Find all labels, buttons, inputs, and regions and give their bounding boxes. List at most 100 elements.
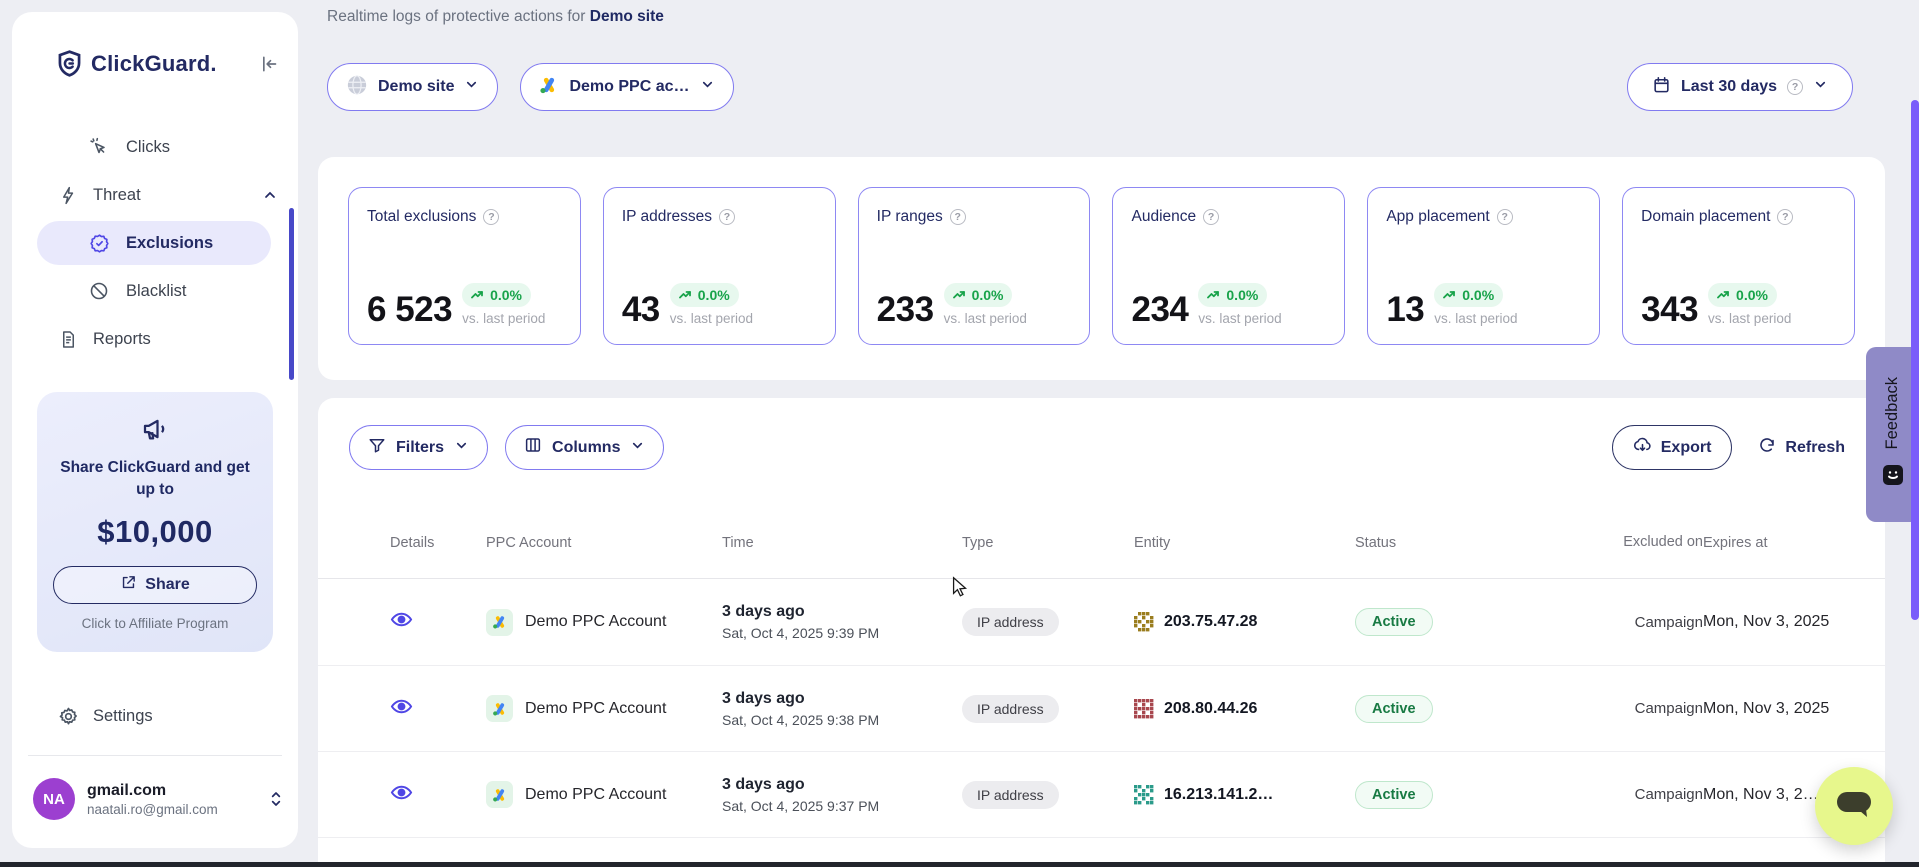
stat-card-4: App placement ? 13 0.0% vs. last period: [1367, 187, 1600, 345]
stat-title: IP addresses ?: [622, 208, 817, 226]
stat-change-badge: 0.0%: [944, 283, 1013, 307]
view-details-eye-icon[interactable]: [390, 781, 413, 804]
sidebar-item-clicks[interactable]: Clicks: [12, 125, 278, 169]
status-badge: Active: [1355, 781, 1433, 809]
avatar: NA: [33, 778, 75, 820]
chevron-up-icon[interactable]: [262, 187, 278, 203]
feedback-label: Feedback: [1883, 377, 1902, 449]
table-header-row: Details PPC Account Time Type Entity Sta…: [318, 508, 1885, 579]
sidebar: ClickGuard. Clicks Threat Exclusions: [12, 12, 298, 848]
sidebar-scrollbar-thumb[interactable]: [289, 208, 294, 380]
sidebar-item-settings[interactable]: Settings: [12, 694, 278, 738]
help-icon: ?: [1203, 209, 1219, 225]
promo-caption: Click to Affiliate Program: [51, 616, 259, 631]
chevron-down-icon: [630, 438, 645, 458]
trend-up-icon: [1207, 287, 1221, 303]
collapse-sidebar-icon[interactable]: [258, 54, 278, 74]
logo-text: ClickGuard.: [91, 51, 217, 77]
user-menu[interactable]: NA gmail.com naatali.ro@gmail.com: [33, 778, 284, 820]
feedback-smiley-icon: [1881, 463, 1905, 492]
stat-card-5: Domain placement ? 343 0.0% vs. last per…: [1622, 187, 1855, 345]
stats-panel: Total exclusions ? 6 523 0.0% vs. last p…: [318, 157, 1885, 380]
chevron-down-icon: [1813, 77, 1828, 97]
col-header-time: Time: [722, 535, 962, 551]
document-icon: [57, 330, 79, 349]
type-badge: IP address: [962, 695, 1059, 723]
refresh-icon: [1758, 436, 1776, 459]
columns-icon: [524, 436, 542, 459]
trend-up-icon: [953, 287, 967, 303]
megaphone-icon: [140, 431, 170, 448]
site-selector-value: Demo site: [378, 78, 454, 96]
stat-title: App placement ?: [1386, 208, 1581, 226]
help-icon: ?: [1497, 209, 1513, 225]
col-header-ppc-account: PPC Account: [486, 535, 722, 551]
columns-button[interactable]: Columns: [505, 425, 664, 470]
status-badge: Active: [1355, 608, 1433, 636]
sidebar-item-reports[interactable]: Reports: [12, 317, 278, 361]
stat-value: 13: [1386, 293, 1424, 326]
ppc-account-selector[interactable]: Demo PPC ac…: [520, 63, 733, 111]
table-row: Demo PPC Account 3 days ago Sat, Oct 4, …: [318, 751, 1885, 837]
excluded-on-cell: Campaign: [1576, 786, 1703, 803]
col-header-type: Type: [962, 535, 1134, 551]
chat-widget-button[interactable]: [1815, 767, 1893, 845]
trend-up-icon: [1717, 287, 1731, 303]
entity-identicon: [1134, 785, 1154, 805]
sidebar-nav: Clicks Threat Exclusions Blacklist: [12, 125, 298, 361]
stat-change-badge: 0.0%: [1708, 283, 1777, 307]
sidebar-divider: [28, 755, 282, 756]
help-icon: ?: [950, 209, 966, 225]
sidebar-item-blacklist[interactable]: Blacklist: [12, 269, 278, 313]
trend-up-icon: [679, 287, 693, 303]
chat-bubble-icon: [1833, 786, 1875, 827]
stat-title: Domain placement ?: [1641, 208, 1836, 226]
exclusions-table-panel: Filters Columns Export Refresh: [318, 398, 1885, 867]
page-scrollbar-thumb[interactable]: [1911, 100, 1919, 620]
stat-value: 234: [1131, 293, 1188, 326]
subtitle-site-name: Demo site: [590, 8, 664, 25]
table-row: Demo PPC Account 3 days ago Sat, Oct 4, …: [318, 665, 1885, 751]
stat-change-badge: 0.0%: [1434, 283, 1503, 307]
affiliate-promo-card[interactable]: Share ClickGuard and get up to $10,000 S…: [37, 392, 273, 652]
view-details-eye-icon[interactable]: [390, 695, 413, 718]
time-cell: 3 days ago Sat, Oct 4, 2025 9:38 PM: [722, 690, 962, 728]
select-chevrons-icon[interactable]: [268, 790, 284, 808]
filters-button[interactable]: Filters: [349, 425, 488, 470]
help-icon: ?: [1777, 209, 1793, 225]
calendar-icon: [1652, 75, 1671, 99]
col-header-details: Details: [390, 535, 486, 551]
entity-cell: 16.213.141.2…: [1134, 785, 1355, 805]
table-row: Demo PPC Account 3 days ago Sat, Oct 4, …: [318, 579, 1885, 665]
lightning-icon: [57, 186, 79, 205]
sidebar-item-label: Clicks: [126, 138, 170, 157]
stat-caption: vs. last period: [1708, 311, 1791, 326]
export-button[interactable]: Export: [1612, 425, 1733, 470]
google-ads-icon: [486, 609, 513, 636]
time-cell: 3 days ago Sat, Oct 4, 2025 9:39 PM: [722, 603, 962, 641]
stat-card-2: IP ranges ? 233 0.0% vs. last period: [858, 187, 1091, 345]
refresh-button[interactable]: Refresh: [1758, 436, 1845, 459]
site-selector[interactable]: Demo site: [327, 63, 498, 111]
table-body: Demo PPC Account 3 days ago Sat, Oct 4, …: [318, 579, 1885, 867]
stat-value: 43: [622, 293, 660, 326]
google-ads-icon: [539, 75, 559, 100]
sidebar-item-threat[interactable]: Threat: [12, 173, 278, 217]
sidebar-item-label: Blacklist: [126, 282, 187, 301]
filters-button-label: Filters: [396, 439, 444, 457]
sidebar-item-exclusions[interactable]: Exclusions: [37, 221, 271, 265]
date-range-selector[interactable]: Last 30 days ?: [1627, 63, 1853, 111]
refresh-button-label: Refresh: [1785, 439, 1845, 457]
view-details-eye-icon[interactable]: [390, 608, 413, 631]
gear-icon: [57, 706, 79, 727]
entity-cell: 208.80.44.26: [1134, 699, 1355, 719]
excluded-on-cell: Campaign: [1576, 614, 1703, 631]
stat-card-3: Audience ? 234 0.0% vs. last period: [1112, 187, 1345, 345]
entity-identicon: [1134, 612, 1154, 632]
status-badge: Active: [1355, 695, 1433, 723]
share-button[interactable]: Share: [53, 566, 257, 604]
stat-value: 343: [1641, 293, 1698, 326]
expires-at-cell: Mon, Nov 3, 2025: [1703, 613, 1845, 631]
col-header-status: Status: [1355, 535, 1576, 551]
external-link-icon: [120, 574, 137, 596]
